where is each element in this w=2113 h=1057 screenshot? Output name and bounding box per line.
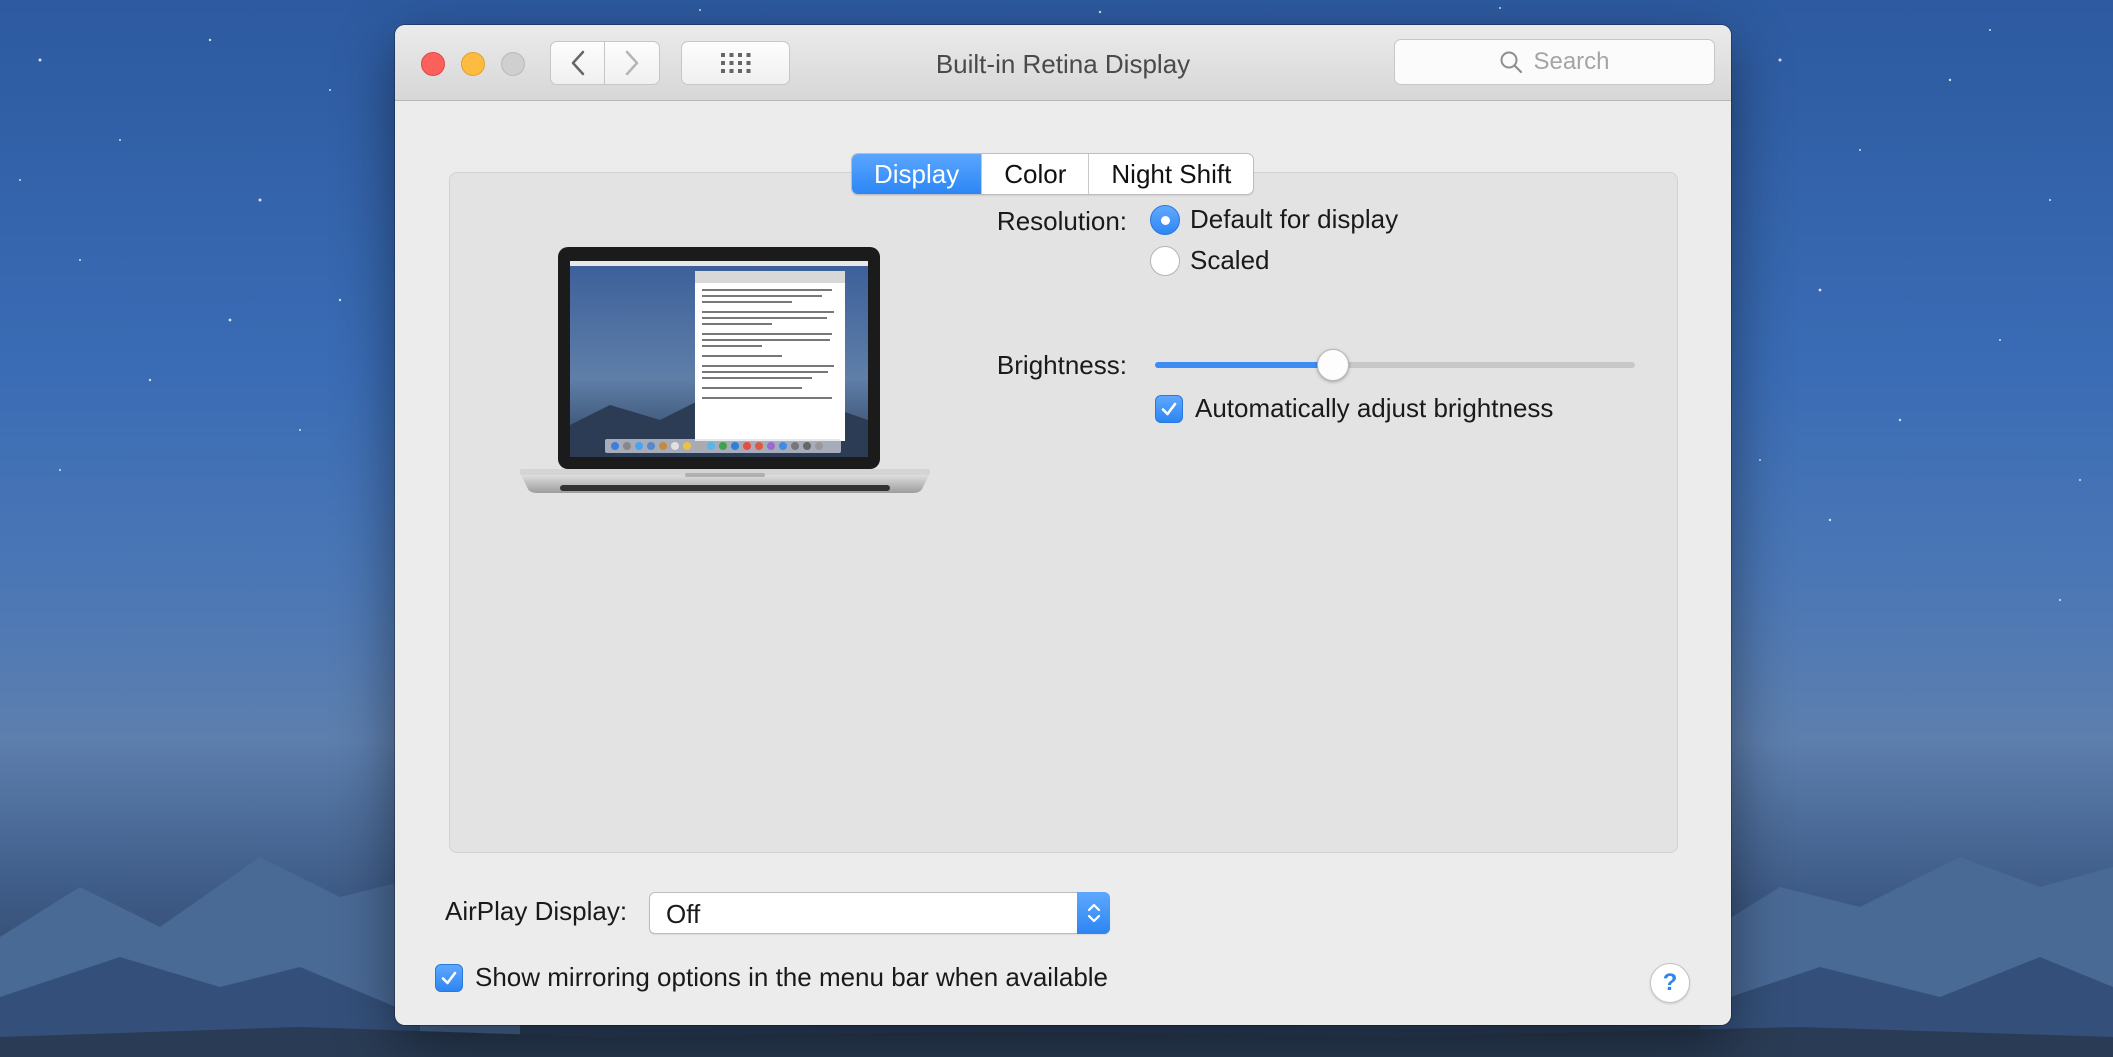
airplay-display-label: AirPlay Display: <box>445 896 628 926</box>
auto-brightness-checkbox[interactable] <box>1155 394 1183 423</box>
system-preferences-window: Built-in Retina Display Search Display C… <box>395 25 1731 1025</box>
mirroring-label: Show mirroring options in the menu bar w… <box>475 962 1109 992</box>
checkmark-icon <box>1161 402 1177 415</box>
brightness-slider[interactable] <box>1155 349 1635 381</box>
tab-display[interactable]: Display <box>852 154 982 194</box>
mirroring-checkbox[interactable] <box>435 963 463 992</box>
resolution-label: Resolution: <box>996 206 1127 236</box>
title-bar: Built-in Retina Display Search <box>395 25 1731 101</box>
resolution-default-radio[interactable] <box>1150 204 1180 235</box>
auto-brightness-option[interactable]: Automatically adjust brightness <box>1155 393 1553 424</box>
brightness-slider-fill <box>1155 362 1333 368</box>
tab-night-shift[interactable]: Night Shift <box>1088 154 1253 194</box>
search-icon <box>1500 51 1523 74</box>
select-arrows-icon <box>1077 892 1110 934</box>
tab-color[interactable]: Color <box>981 154 1088 194</box>
checkmark-icon <box>441 971 457 984</box>
airplay-display-select[interactable]: Off <box>649 892 1110 934</box>
macbook-pro-illustration <box>520 247 930 493</box>
resolution-default-label: Default for display <box>1190 204 1399 234</box>
auto-brightness-label: Automatically adjust brightness <box>1195 393 1554 423</box>
search-input[interactable]: Search <box>1394 39 1715 85</box>
resolution-scaled-label: Scaled <box>1190 245 1270 275</box>
resolution-scaled-option[interactable]: Scaled <box>1150 245 1270 276</box>
help-button[interactable]: ? <box>1650 963 1690 1003</box>
brightness-label: Brightness: <box>996 350 1127 380</box>
mirroring-option[interactable]: Show mirroring options in the menu bar w… <box>435 962 1108 993</box>
resolution-scaled-radio[interactable] <box>1150 245 1180 276</box>
resolution-default-option[interactable]: Default for display <box>1150 204 1398 235</box>
brightness-slider-thumb[interactable] <box>1316 349 1349 381</box>
search-placeholder: Search <box>1533 48 1610 75</box>
airplay-display-value: Off <box>666 899 701 929</box>
tab-bar: Display Color Night Shift <box>851 153 1255 195</box>
